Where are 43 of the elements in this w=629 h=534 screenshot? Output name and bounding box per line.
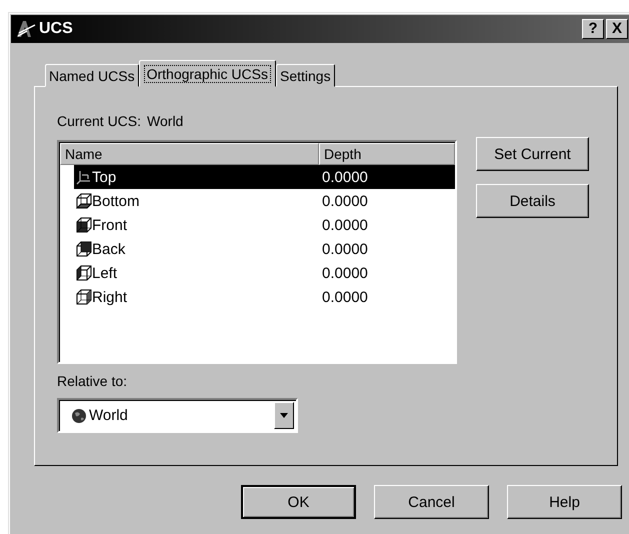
depth-value: 0.0000: [322, 264, 368, 282]
column-header[interactable]: Depth: [319, 143, 455, 165]
cube-icon: [76, 265, 92, 281]
globe-icon: [71, 408, 87, 424]
depth-value: 0.0000: [322, 240, 368, 258]
list-row[interactable]: Front 0.0000: [74, 213, 455, 237]
app-logo-icon: [15, 19, 37, 39]
ucs-name: Bottom: [92, 192, 141, 210]
ucs-name: Top: [92, 168, 118, 186]
ucs-name: Left: [92, 264, 118, 282]
list-row[interactable]: Right 0.0000: [74, 285, 455, 309]
tab[interactable]: Orthographic UCSs: [138, 60, 276, 87]
current-ucs-label: Current UCS:: [57, 113, 142, 129]
help-button[interactable]: ?: [582, 19, 604, 39]
depth-value: 0.0000: [322, 216, 368, 234]
axis-icon: [76, 169, 92, 185]
ucs-name: Back: [92, 240, 126, 258]
depth-value: 0.0000: [322, 288, 368, 306]
depth-value: 0.0000: [322, 168, 368, 186]
list-row[interactable]: Left 0.0000: [74, 261, 455, 285]
close-button[interactable]: X: [606, 19, 628, 39]
window-title: UCS: [39, 20, 73, 38]
column-header[interactable]: Name: [60, 143, 319, 165]
dialog-button[interactable]: Help: [507, 485, 622, 519]
list-row[interactable]: Back 0.0000: [74, 237, 455, 261]
list-row[interactable]: Bottom 0.0000: [74, 189, 455, 213]
tab[interactable]: Named UCSs: [45, 64, 139, 87]
cube-icon: [76, 193, 92, 209]
depth-value: 0.0000: [322, 192, 368, 210]
cube-icon: [76, 217, 92, 233]
relative-to-label: Relative to:: [57, 373, 128, 389]
cube-icon: [76, 289, 92, 305]
ucs-name: Right: [92, 288, 128, 306]
ucs-name: Front: [92, 216, 128, 234]
details-button[interactable]: Details: [476, 184, 589, 218]
tab[interactable]: Settings: [276, 64, 335, 87]
dialog-button[interactable]: Cancel: [374, 485, 489, 519]
cube-icon: [76, 241, 92, 257]
dialog-button[interactable]: OK: [241, 485, 356, 519]
set-current-button[interactable]: Set Current: [476, 137, 589, 171]
relative-to-dropdown[interactable]: World: [57, 398, 298, 433]
current-ucs-value: World: [147, 113, 184, 129]
list-row[interactable]: Top 0.0000: [74, 165, 455, 189]
